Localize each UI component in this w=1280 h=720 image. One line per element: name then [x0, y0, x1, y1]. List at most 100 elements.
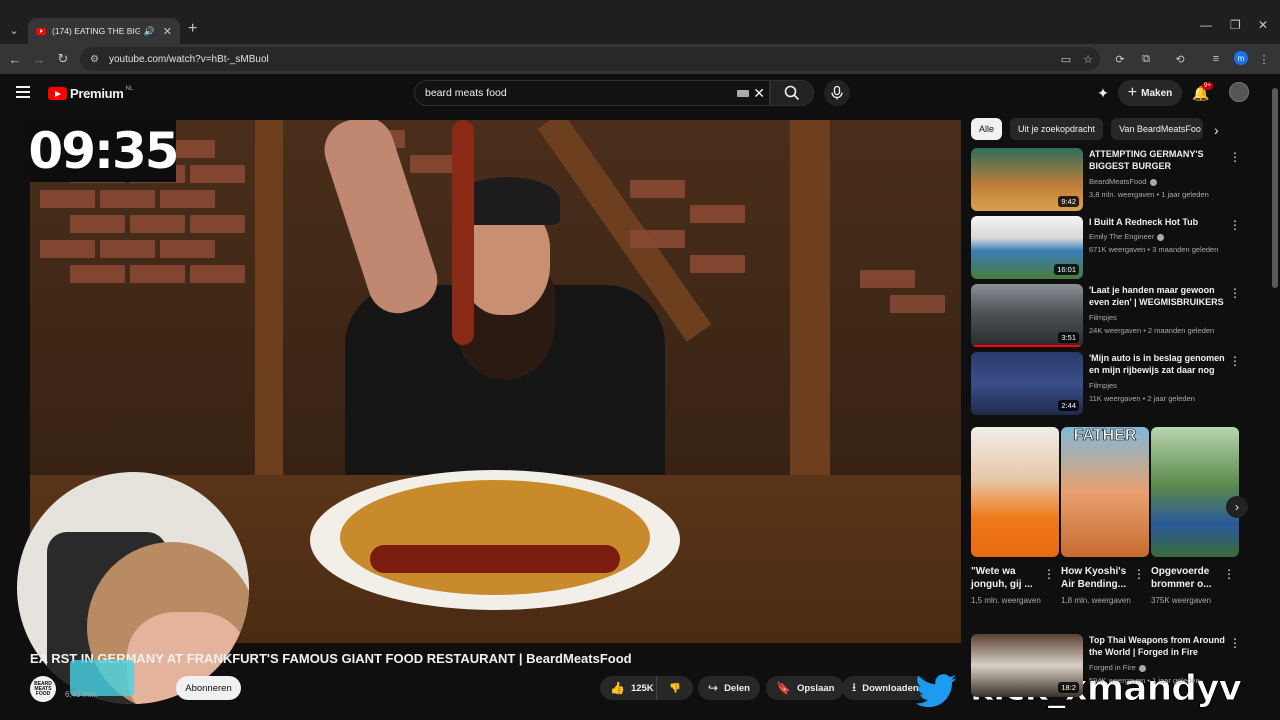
search-button[interactable] — [770, 80, 814, 106]
voice-search-button[interactable] — [824, 80, 850, 106]
more-actions-icon[interactable]: ⋮ — [1229, 286, 1241, 300]
history-icon[interactable]: ⟲ — [1172, 51, 1188, 67]
share-button[interactable]: ↪ Delen — [698, 676, 760, 700]
short-thumbnail[interactable] — [971, 427, 1059, 557]
tab-search-chevron-icon[interactable]: ⌄ — [6, 22, 22, 38]
video-duration: 18:2 — [1058, 682, 1079, 693]
browser-menu-icon[interactable]: ⋮ — [1256, 51, 1272, 67]
channel-name[interactable]: Emily The Engineer — [1089, 232, 1165, 241]
short-thumb-caption: FATHER — [1073, 427, 1137, 444]
chip-all[interactable]: Alle — [971, 118, 1003, 140]
video-title[interactable]: 'Laat je handen maar gewoon even zien' |… — [1089, 284, 1227, 308]
site-info-icon[interactable]: ⚙ — [90, 54, 99, 65]
short-title[interactable]: Opgevoerde brommer o... — [1151, 565, 1221, 591]
account-avatar[interactable] — [1229, 82, 1249, 102]
sync-icon[interactable]: ⟳ — [1112, 51, 1128, 67]
close-tab-icon[interactable]: ✕ — [163, 25, 172, 38]
video-title[interactable]: 'Mijn auto is in beslag genomen en mijn … — [1089, 352, 1227, 376]
new-tab-icon[interactable]: + — [188, 20, 197, 38]
chip-from-search[interactable]: Uit je zoekopdracht — [1010, 118, 1104, 140]
close-window-icon[interactable]: ✕ — [1258, 18, 1268, 32]
microphone-icon — [831, 86, 843, 100]
recommendation-item[interactable]: 2:44 'Mijn auto is in beslag genomen en … — [971, 352, 1241, 416]
video-meta: 3,8 mln. weergaven • 1 jaar geleden — [1089, 190, 1209, 199]
video-duration: 2:44 — [1058, 400, 1079, 411]
more-actions-icon[interactable]: ⋮ — [1133, 567, 1145, 581]
forward-icon[interactable]: → — [30, 50, 48, 68]
channel-name[interactable]: Filmpjes — [1089, 381, 1117, 390]
more-actions-icon[interactable]: ⋮ — [1229, 150, 1241, 164]
recommendation-item[interactable]: 18:2 Top Thai Weapons from Around the Wo… — [971, 634, 1241, 698]
more-actions-icon[interactable]: ⋮ — [1229, 636, 1241, 650]
audio-playing-icon[interactable]: 🔊 — [144, 26, 155, 37]
clear-search-icon[interactable]: ✕ — [753, 85, 765, 102]
verified-icon — [1149, 178, 1157, 186]
restore-window-icon[interactable]: ❐ — [1230, 18, 1241, 32]
recommendation-item[interactable]: 9:42 ATTEMPTING GERMANY'S BIGGEST BURGER… — [971, 148, 1241, 212]
create-button[interactable]: + Maken — [1118, 80, 1182, 106]
video-thumbnail[interactable]: 2:44 — [971, 352, 1083, 415]
channel-name[interactable]: Filmpjes — [1089, 313, 1117, 322]
shorts-next-chevron-icon[interactable]: › — [1226, 496, 1248, 518]
guide-menu-icon[interactable] — [16, 86, 30, 98]
more-actions-icon[interactable]: ⋮ — [1229, 354, 1241, 368]
video-thumbnail[interactable]: 18:2 — [971, 634, 1083, 697]
bookmark-star-icon[interactable]: ☆ — [1080, 51, 1096, 67]
thumbs-up-icon: 👍 — [610, 681, 625, 695]
youtube-favicon-icon — [36, 27, 46, 35]
keyboard-icon[interactable] — [737, 90, 749, 97]
held-sausage — [452, 120, 474, 345]
video-duration: 3:51 — [1058, 332, 1079, 343]
premium-badge-icon[interactable]: ✦ — [1094, 84, 1112, 102]
dislike-button[interactable]: 👎 — [656, 676, 693, 700]
install-app-icon[interactable]: ▭ — [1058, 51, 1074, 67]
video-meta: 11K weergaven • 2 jaar geleden — [1089, 394, 1195, 403]
watch-progress-bar — [971, 345, 1083, 347]
youtube-masthead: Premium NL beard meats food ✕ ✦ + Maken … — [0, 74, 1280, 112]
back-icon[interactable]: ← — [6, 50, 24, 68]
recommendation-item[interactable]: 16:01 I Built A Redneck Hot Tub Emily Th… — [971, 216, 1241, 280]
short-item[interactable]: FATHER How Kyoshi's Air Bending... 1,8 m… — [1061, 427, 1149, 607]
short-item[interactable]: "Wete wa jonguh, gij ... 1,5 mln. weerga… — [971, 427, 1059, 607]
browser-profile-avatar[interactable]: m — [1234, 51, 1248, 65]
short-title[interactable]: How Kyoshi's Air Bending... — [1061, 565, 1131, 591]
recommendation-item[interactable]: 3:51 'Laat je handen maar gewoon even zi… — [971, 284, 1241, 348]
video-title[interactable]: ATTEMPTING GERMANY'S BIGGEST BURGER CHAL… — [1089, 148, 1227, 172]
save-button[interactable]: 🔖 Opslaan — [766, 676, 845, 700]
video-thumbnail[interactable]: 9:42 — [971, 148, 1083, 211]
like-count: 125K — [630, 682, 654, 694]
media-controls-icon[interactable]: ≡ — [1208, 51, 1224, 67]
video-thumbnail[interactable]: 3:51 — [971, 284, 1083, 347]
video-title[interactable]: Top Thai Weapons from Around the World |… — [1089, 634, 1227, 658]
thumbs-down-icon: 👎 — [669, 682, 681, 694]
channel-avatar[interactable]: BEARD MEATS FOOD — [30, 676, 56, 702]
extensions-icon[interactable]: ⧉ — [1138, 51, 1154, 67]
download-icon: ⭳ — [852, 679, 857, 694]
create-label: Maken — [1141, 87, 1173, 99]
tab-title: (174) EATING THE BIGGEST — [52, 26, 140, 36]
short-thumbnail[interactable]: FATHER — [1061, 427, 1149, 557]
page-scrollbar[interactable] — [1272, 88, 1278, 288]
minimize-window-icon[interactable]: — — [1200, 18, 1212, 32]
more-actions-icon[interactable]: ⋮ — [1043, 567, 1055, 581]
short-title[interactable]: "Wete wa jonguh, gij ... — [971, 565, 1041, 591]
like-button[interactable]: 👍 125K — [600, 676, 664, 700]
subscribe-button[interactable]: Abonneren — [176, 676, 241, 700]
youtube-logo[interactable]: Premium NL — [48, 86, 133, 101]
short-views: 1,5 mln. weergaven — [971, 596, 1041, 605]
chip-from-channel[interactable]: Van BeardMeatsFoo — [1111, 118, 1204, 140]
search-input[interactable]: beard meats food ✕ — [414, 80, 770, 106]
more-actions-icon[interactable]: ⋮ — [1229, 218, 1241, 232]
address-bar[interactable]: ⚙ youtube.com/watch?v=hBt-_sMBuol — [80, 47, 1100, 71]
channel-name[interactable]: BeardMeatsFood — [1089, 177, 1157, 186]
short-views: 375K weergaven — [1151, 596, 1212, 605]
browser-tab[interactable]: (174) EATING THE BIGGEST 🔊 ✕ — [28, 18, 180, 44]
short-item[interactable]: Opgevoerde brommer o... 375K weergaven ⋮ — [1151, 427, 1239, 607]
video-title[interactable]: I Built A Redneck Hot Tub — [1089, 216, 1227, 228]
channel-name[interactable]: Forged in Fire — [1089, 663, 1146, 672]
reload-icon[interactable]: ↻ — [54, 50, 72, 68]
video-thumbnail[interactable]: 16:01 — [971, 216, 1083, 279]
more-actions-icon[interactable]: ⋮ — [1223, 567, 1235, 581]
chevron-right-icon[interactable]: › — [1214, 122, 1219, 138]
short-thumbnail[interactable] — [1151, 427, 1239, 557]
